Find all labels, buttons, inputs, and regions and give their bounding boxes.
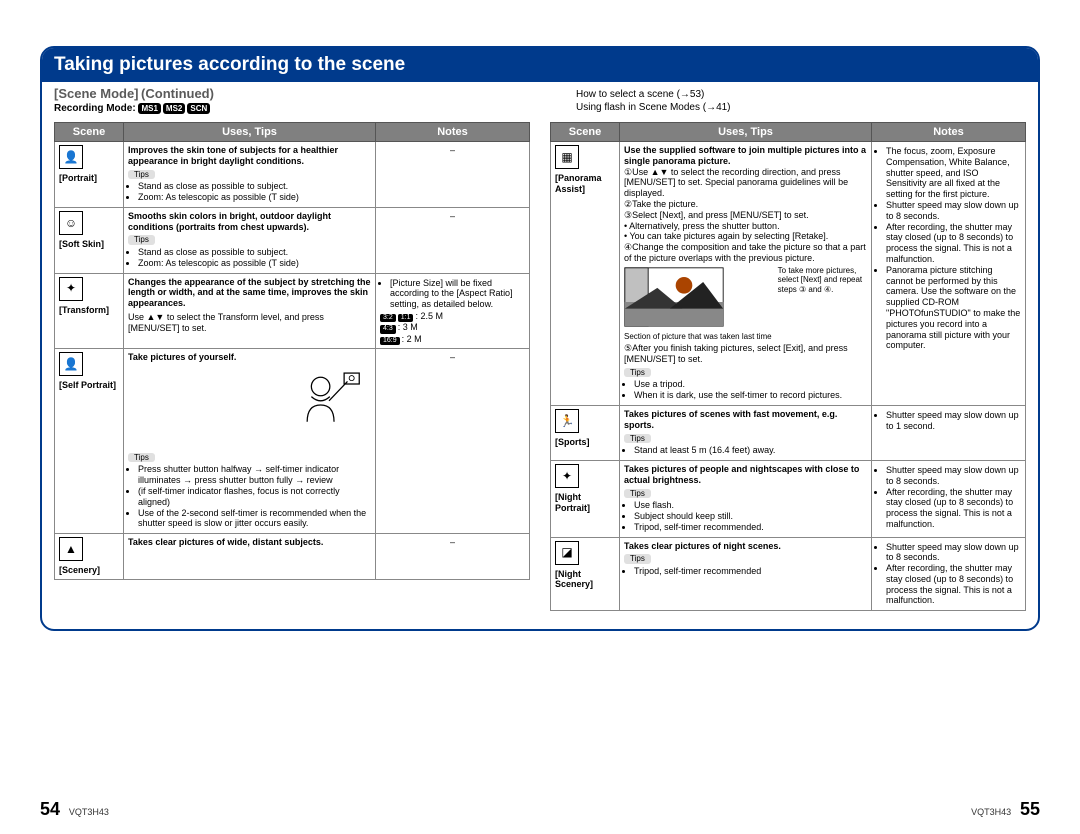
recording-mode: Recording Mode: MS1MS2SCN <box>54 103 214 114</box>
table-row: 👤 [Self Portrait] Take pictures of yourse… <box>55 349 530 534</box>
scene-cell: ▲ [Scenery] <box>55 534 124 580</box>
notes-cell: – <box>376 142 530 208</box>
scene-name: [Transform] <box>59 305 119 316</box>
th-notes: Notes <box>376 123 530 142</box>
page-num-right: 55 <box>1020 799 1040 819</box>
sub-header: [Scene Mode] (Continued) Recording Mode:… <box>42 82 1038 116</box>
flash-text: Using flash in Scene Modes (→41) <box>576 101 1016 114</box>
content-frame: Taking pictures according to the scene [… <box>40 46 1040 631</box>
mode-chip: MS2 <box>163 103 185 114</box>
notes-cell: Shutter speed may slow down up to 8 seco… <box>872 460 1026 537</box>
subhead-left: [Scene Mode] (Continued) Recording Mode:… <box>54 86 214 114</box>
uses-cell: Takes pictures of scenes with fast movem… <box>620 405 872 460</box>
scene-icon: ▦ <box>555 145 579 169</box>
recording-mode-label: Recording Mode: <box>54 103 136 114</box>
scene-name: [Self Portrait] <box>59 380 119 391</box>
scene-icon: ◪ <box>555 541 579 565</box>
scene-cell: 👤 [Portrait] <box>55 142 124 208</box>
scene-name: [Portrait] <box>59 173 119 184</box>
scene-name: [Soft Skin] <box>59 239 119 250</box>
scene-cell: 👤 [Self Portrait] <box>55 349 124 534</box>
th-notes: Notes <box>872 123 1026 142</box>
notes-cell: – <box>376 534 530 580</box>
uses-cell: Use the supplied software to join multip… <box>620 142 872 406</box>
doc-code: VQT3H43 <box>69 807 109 817</box>
selfie-illustration <box>287 363 371 447</box>
notes-cell: The focus, zoom, Exposure Compensation, … <box>872 142 1026 406</box>
table-row: ☺ [Soft Skin] Smooths skin colors in brig… <box>55 207 530 273</box>
table-row: 👤 [Portrait] Improves the skin tone of su… <box>55 142 530 208</box>
table-row: 🏃 [Sports] Takes pictures of scenes with … <box>551 405 1026 460</box>
table-row: ✦ [Night Portrait] Takes pictures of peop… <box>551 460 1026 537</box>
page-num-left: 54 <box>40 799 60 819</box>
doc-code: VQT3H43 <box>971 807 1011 817</box>
notes-cell: – <box>376 349 530 534</box>
th-scene: Scene <box>55 123 124 142</box>
uses-cell: Smooths skin colors in bright, outdoor d… <box>124 207 376 273</box>
howto-text: How to select a scene (→53) <box>576 88 1016 101</box>
uses-cell: Takes pictures of people and nightscapes… <box>620 460 872 537</box>
scene-cell: ✦ [Transform] <box>55 273 124 349</box>
uses-cell: Changes the appearance of the subject by… <box>124 273 376 349</box>
table-row: ◪ [Night Scenery] Takes clear pictures of… <box>551 537 1026 611</box>
notes-cell: Shutter speed may slow down up to 1 seco… <box>872 405 1026 460</box>
scene-table-left: Scene Uses, Tips Notes 👤 [Portrait] Impro… <box>54 122 530 580</box>
right-column: Scene Uses, Tips Notes ▦ [Panorama Assist… <box>550 122 1026 611</box>
scene-icon: ✦ <box>555 464 579 488</box>
scene-cell: ◪ [Night Scenery] <box>551 537 620 611</box>
uses-cell: Take pictures of yourself.TipsPress shut… <box>124 349 376 534</box>
scene-name: [Sports] <box>555 437 615 448</box>
scene-name: [Panorama Assist] <box>555 173 615 195</box>
panorama-illustration <box>624 266 724 328</box>
scene-icon: ▲ <box>59 537 83 561</box>
subhead-right: How to select a scene (→53) Using flash … <box>576 86 1026 114</box>
scene-icon: ☺ <box>59 211 83 235</box>
scene-cell: ☺ [Soft Skin] <box>55 207 124 273</box>
th-uses: Uses, Tips <box>124 123 376 142</box>
scene-table-right: Scene Uses, Tips Notes ▦ [Panorama Assist… <box>550 122 1026 611</box>
uses-cell: Takes clear pictures of night scenes.Tip… <box>620 537 872 611</box>
columns: Scene Uses, Tips Notes 👤 [Portrait] Impro… <box>42 116 1038 629</box>
page-title: Taking pictures according to the scene <box>42 48 1038 82</box>
page: Taking pictures according to the scene [… <box>0 0 1080 834</box>
th-scene: Scene <box>551 123 620 142</box>
scene-icon: 👤 <box>59 352 83 376</box>
table-row: ✦ [Transform] Changes the appearance of t… <box>55 273 530 349</box>
scene-cell: 🏃 [Sports] <box>551 405 620 460</box>
uses-cell: Takes clear pictures of wide, distant su… <box>124 534 376 580</box>
mode-chip: MS1 <box>138 103 160 114</box>
mode-chip: SCN <box>187 103 210 114</box>
footer: 54 VQT3H43 VQT3H43 55 <box>40 799 1040 820</box>
scene-icon: ✦ <box>59 277 83 301</box>
scene-icon: 🏃 <box>555 409 579 433</box>
scene-name: [Scenery] <box>59 565 119 576</box>
uses-cell: Improves the skin tone of subjects for a… <box>124 142 376 208</box>
notes-cell: – <box>376 207 530 273</box>
th-uses: Uses, Tips <box>620 123 872 142</box>
notes-cell: Shutter speed may slow down up to 8 seco… <box>872 537 1026 611</box>
continued-label: (Continued) <box>141 86 214 101</box>
left-column: Scene Uses, Tips Notes 👤 [Portrait] Impro… <box>54 122 530 611</box>
scene-cell: ▦ [Panorama Assist] <box>551 142 620 406</box>
scene-name: [Night Scenery] <box>555 569 615 591</box>
scene-cell: ✦ [Night Portrait] <box>551 460 620 537</box>
scene-mode-label: [Scene Mode] <box>54 86 139 101</box>
notes-cell: [Picture Size] will be fixed according t… <box>376 273 530 349</box>
table-row: ▦ [Panorama Assist] Use the supplied soft… <box>551 142 1026 406</box>
scene-icon: 👤 <box>59 145 83 169</box>
table-row: ▲ [Scenery] Takes clear pictures of wide,… <box>55 534 530 580</box>
scene-name: [Night Portrait] <box>555 492 615 514</box>
